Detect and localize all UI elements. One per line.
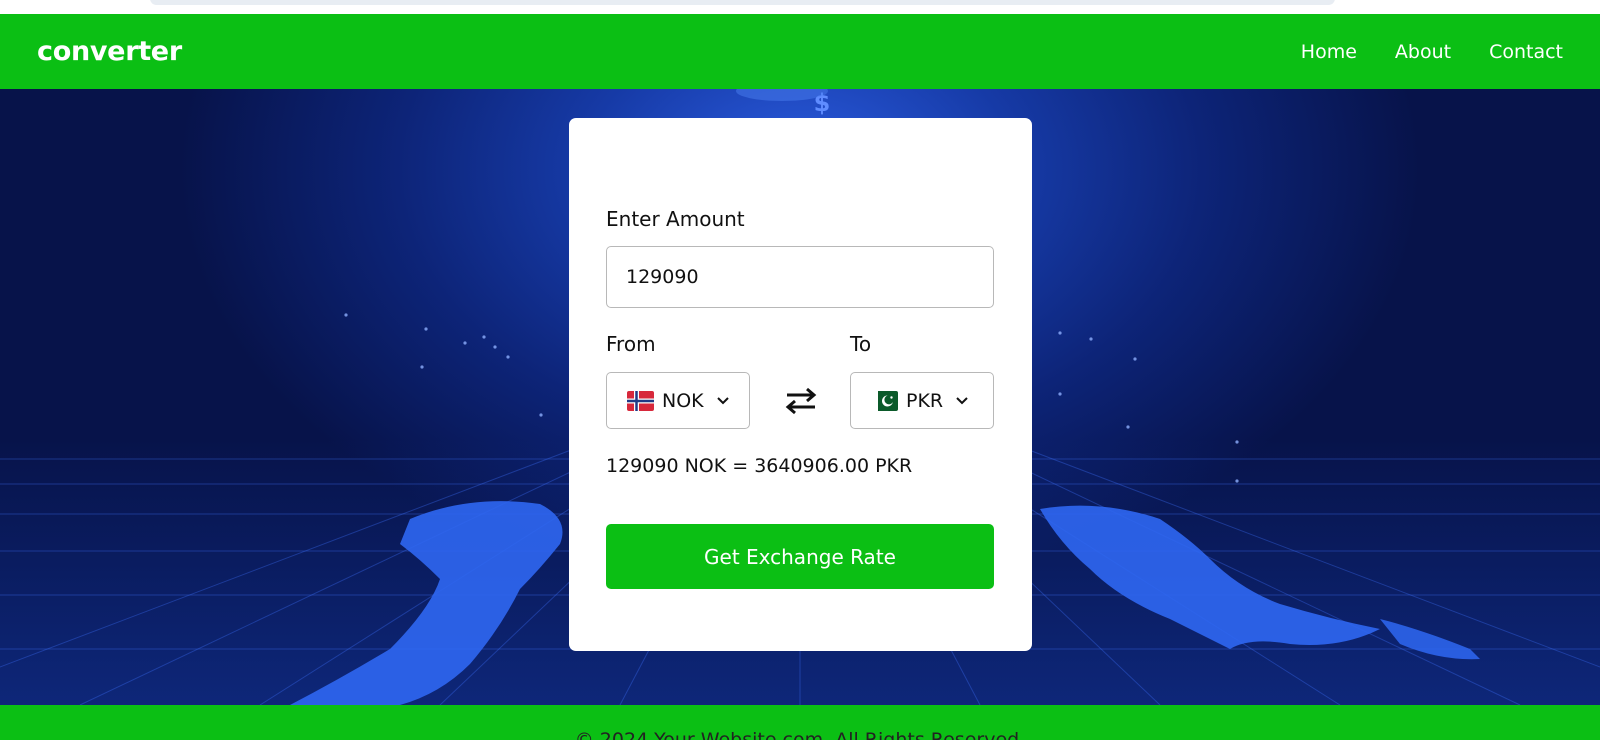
pakistan-flag-icon (871, 390, 898, 411)
amount-input[interactable] (606, 246, 994, 308)
swap-arrows-icon[interactable] (783, 383, 819, 419)
nav-link-contact[interactable]: Contact (1489, 41, 1563, 63)
from-currency-select[interactable]: NOK (606, 372, 750, 429)
nav-link-home[interactable]: Home (1301, 41, 1357, 63)
chevron-down-icon (716, 396, 729, 404)
conversion-result: 129090 NOK = 3640906.00 PKR (606, 455, 913, 477)
footer: © 2024 Your Website.com. All Rights Rese… (0, 705, 1600, 740)
to-currency-select[interactable]: PKR (850, 372, 994, 429)
footer-copyright: © 2024 Your Website.com. All Rights Rese… (574, 729, 1026, 740)
norway-flag-icon (627, 390, 654, 411)
chevron-down-icon (956, 396, 968, 404)
browser-top-strip (0, 0, 1600, 14)
nav-link-about[interactable]: About (1395, 41, 1451, 63)
to-currency-code: PKR (906, 389, 944, 412)
top-strip-bar (150, 0, 1335, 5)
from-label: From (606, 332, 656, 356)
brand-logo[interactable]: converter (37, 36, 182, 67)
nav-links: Home About Contact (1301, 41, 1563, 63)
to-label: To (850, 332, 872, 356)
converter-card: Enter Amount From To NOK PKR (569, 118, 1032, 651)
get-exchange-rate-button[interactable]: Get Exchange Rate (606, 524, 994, 589)
amount-label: Enter Amount (606, 207, 745, 231)
from-currency-code: NOK (662, 389, 704, 412)
navbar: converter Home About Contact (0, 14, 1600, 89)
